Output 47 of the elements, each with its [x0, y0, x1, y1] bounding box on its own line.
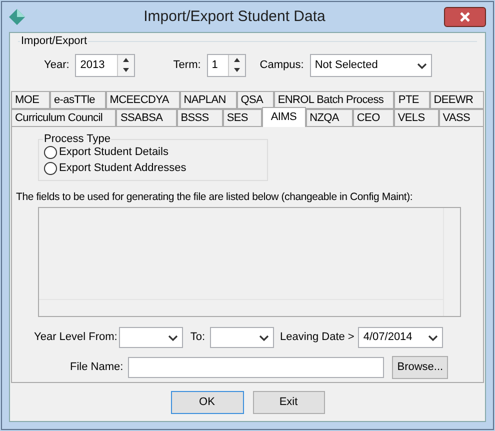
tab[interactable]: MOE	[11, 91, 50, 109]
dialog-button[interactable]: Exit	[252, 390, 324, 414]
spin-field[interactable]: 2013	[75, 54, 136, 77]
tab[interactable]: Curriculum Council	[11, 109, 116, 127]
chevron-down-icon	[428, 334, 438, 342]
chevron-down-icon	[416, 62, 427, 70]
tab[interactable]: MCEECDYA	[106, 91, 180, 109]
tab[interactable]: QSA	[236, 91, 274, 109]
tab[interactable]: DEEWR	[430, 91, 484, 109]
chevron-down-icon	[259, 334, 270, 342]
tab[interactable]: CEO	[352, 109, 394, 127]
tab[interactable]: VASS	[438, 109, 484, 127]
file-name-field[interactable]	[128, 357, 384, 378]
tab[interactable]: BSSS	[176, 109, 223, 127]
tab[interactable]: SES	[222, 109, 262, 127]
dropdown[interactable]: Not Selected	[310, 54, 432, 77]
dialog-button[interactable]: OK	[170, 390, 244, 414]
fields-caption: The fields to be used for generating the file are listed below (changeable in Config Maint):	[16, 191, 413, 204]
app-icon	[9, 9, 25, 25]
spin-field[interactable]: 1	[206, 54, 246, 77]
tab[interactable]: e-asTTle	[50, 91, 106, 109]
campus-label: Campus:	[260, 58, 304, 74]
radio-label: Export Student Addresses	[59, 160, 186, 176]
window-title: Import/Export Student Data	[142, 6, 326, 27]
close-icon	[460, 12, 470, 22]
tab[interactable]: VELS	[394, 109, 439, 127]
tab[interactable]: ENROL Batch Process	[274, 91, 394, 109]
term-label: Term:	[173, 58, 201, 74]
radio-label: Export Student Details	[59, 144, 168, 160]
radio-button[interactable]	[44, 162, 57, 174]
tab[interactable]: NZQA	[306, 109, 353, 127]
tab[interactable]: AIMS	[262, 107, 306, 127]
tab[interactable]: NAPLAN	[180, 91, 237, 109]
browse-button[interactable]: Browse...	[392, 356, 448, 379]
year-level-from-label: Year Level From:	[34, 330, 118, 346]
tab[interactable]: PTE	[394, 91, 430, 109]
radio-button[interactable]	[44, 146, 57, 158]
dropdown[interactable]: 4/07/2014	[358, 327, 444, 348]
group-title: Process Type	[43, 132, 112, 146]
file-name-label: File Name:	[70, 360, 124, 376]
close-button[interactable]	[444, 7, 486, 27]
chevron-down-icon	[168, 334, 178, 342]
group-title: Import/Export	[20, 34, 88, 48]
leaving-date-label: Leaving Date >	[280, 330, 354, 346]
to-label: To:	[190, 330, 206, 346]
year-label: Year:	[44, 58, 70, 74]
tab[interactable]: SSABSA	[116, 109, 177, 127]
